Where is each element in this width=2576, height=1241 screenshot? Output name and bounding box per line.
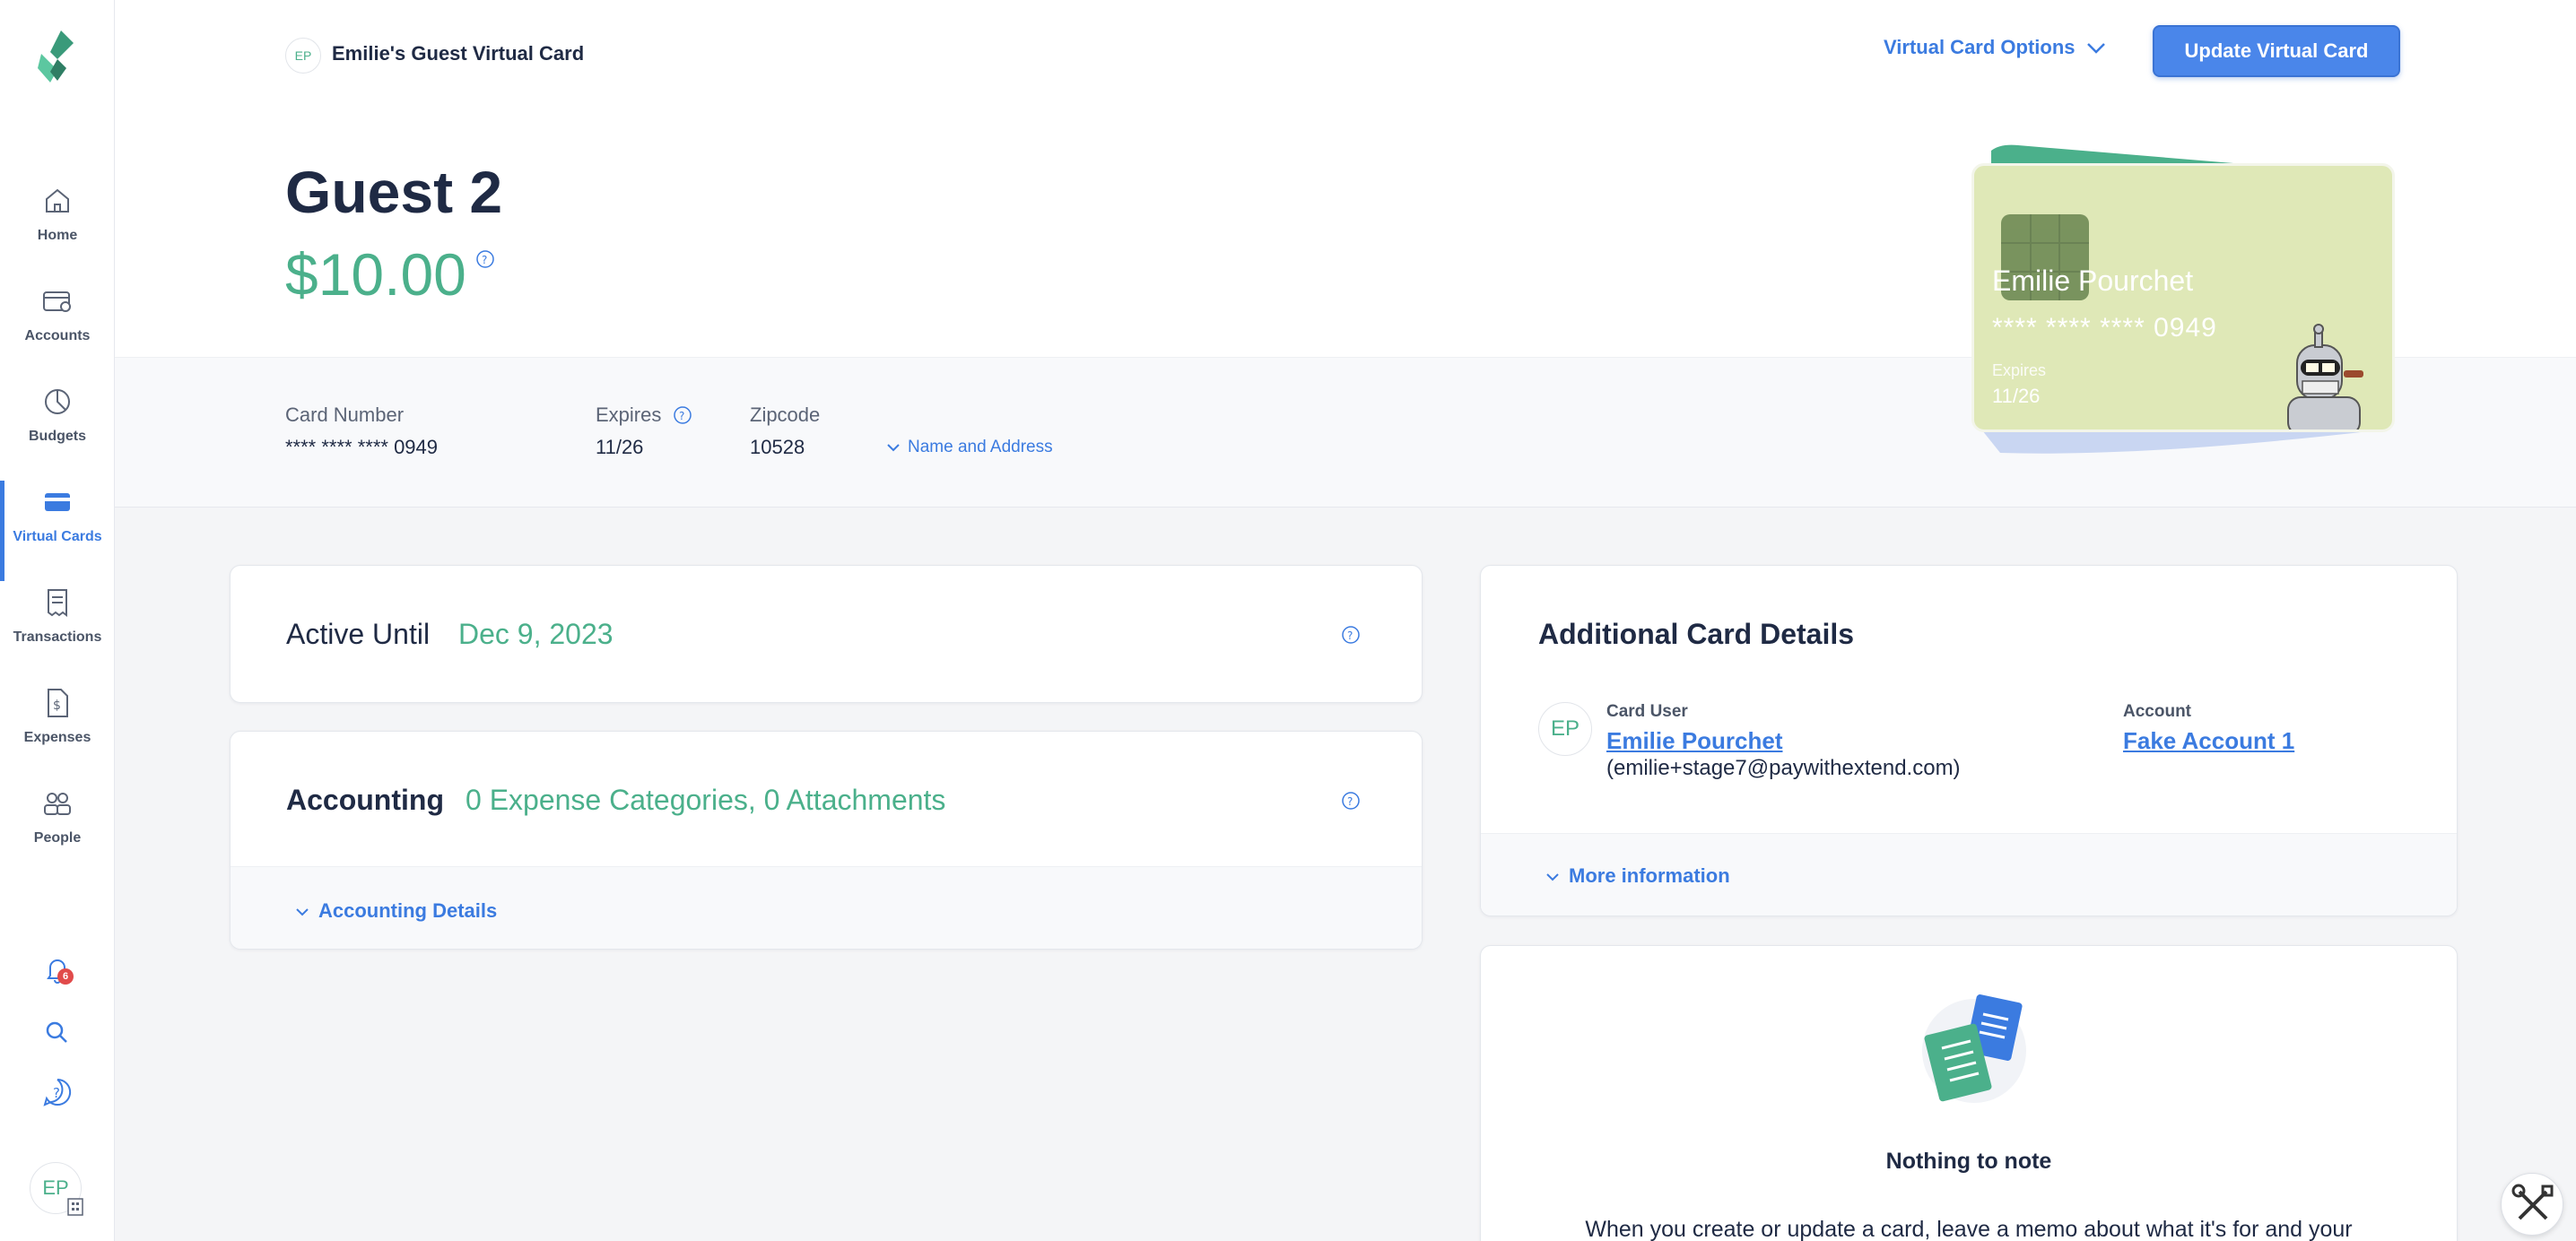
virtual-card-options-dropdown[interactable]: Virtual Card Options bbox=[1884, 36, 2106, 59]
virtual-cards-icon bbox=[45, 493, 70, 511]
additional-details-title: Additional Card Details bbox=[1538, 618, 1855, 650]
chevron-down-icon bbox=[887, 444, 900, 452]
user-avatar[interactable]: EP bbox=[30, 1162, 83, 1216]
sidebar-item-label: Transactions bbox=[13, 629, 102, 645]
extend-logo-icon[interactable] bbox=[34, 29, 81, 84]
card-user-email: (emilie+stage7@paywithextend.com) bbox=[1606, 756, 1961, 780]
help-circle-icon[interactable]: ? bbox=[475, 249, 495, 269]
sidebar: Home Accounts Budgets Virtual Cards Tran… bbox=[0, 0, 115, 1241]
svg-text:?: ? bbox=[679, 410, 684, 422]
accounts-icon bbox=[43, 291, 71, 312]
accounting-label: Accounting bbox=[286, 784, 444, 816]
chevron-down-icon bbox=[1546, 873, 1559, 881]
more-information-toggle[interactable]: More information bbox=[1545, 864, 1730, 888]
sidebar-item-label: Home bbox=[37, 228, 78, 243]
name-and-address-label: Name and Address bbox=[908, 438, 1053, 456]
additional-card-details-panel: Additional Card Details EP Card User Emi… bbox=[1480, 565, 2458, 916]
page-title: Emilie's Guest Virtual Card bbox=[332, 42, 585, 65]
budgets-icon bbox=[45, 389, 70, 414]
notification-badge: 6 bbox=[57, 968, 74, 985]
card-number-label: Card Number bbox=[285, 404, 405, 426]
building-icon bbox=[67, 1198, 83, 1216]
card-number-value: **** **** **** 0949 bbox=[285, 436, 439, 458]
svg-text:$: $ bbox=[53, 699, 61, 713]
search-button[interactable] bbox=[39, 1015, 75, 1051]
update-virtual-card-button[interactable]: Update Virtual Card bbox=[2153, 25, 2400, 77]
sidebar-item-home[interactable]: Home bbox=[0, 185, 115, 274]
card-art-expires-value: 11/26 bbox=[1992, 385, 2041, 407]
card-front: Emilie Pourchet **** **** **** 0949 Expi… bbox=[1971, 163, 2395, 432]
card-user-label: Card User bbox=[1606, 702, 1688, 721]
sidebar-item-transactions[interactable]: Transactions bbox=[0, 586, 115, 676]
sidebar-item-budgets[interactable]: Budgets bbox=[0, 386, 115, 475]
help-icon: ? bbox=[43, 1078, 72, 1106]
svg-text:?: ? bbox=[482, 254, 487, 266]
help-circle-icon[interactable]: ? bbox=[673, 405, 692, 425]
svg-text:?: ? bbox=[1347, 629, 1353, 642]
card-user-avatar: EP bbox=[1538, 702, 1592, 756]
accounting-details-toggle[interactable]: Accounting Details bbox=[295, 899, 497, 923]
robot-mascot-icon bbox=[2287, 324, 2363, 430]
active-until-label: Active Until bbox=[286, 618, 431, 650]
expenses-icon: $ bbox=[48, 689, 68, 717]
accounting-value: 0 Expense Categories, 0 Attachments bbox=[466, 784, 946, 816]
sidebar-item-label: People bbox=[33, 830, 82, 846]
chevron-down-icon bbox=[2086, 43, 2105, 54]
card-name: Guest 2 bbox=[285, 159, 503, 225]
card-holder-name: Emilie Pourchet bbox=[1992, 265, 2194, 297]
sidebar-item-label: Virtual Cards bbox=[13, 529, 102, 544]
account-label: Account bbox=[2123, 702, 2191, 721]
help-circle-icon[interactable]: ? bbox=[1341, 791, 1361, 811]
sidebar-item-label: Budgets bbox=[29, 429, 86, 444]
card-art-number: **** **** **** 0949 bbox=[1992, 313, 2217, 343]
more-information-label: More information bbox=[1569, 864, 1730, 887]
sidebar-item-accounts[interactable]: Accounts bbox=[0, 285, 115, 375]
accounting-details-label: Accounting Details bbox=[318, 899, 498, 922]
transactions-icon bbox=[48, 589, 67, 617]
virtual-card-image: Emilie Pourchet **** **** **** 0949 Expi… bbox=[1964, 143, 2404, 457]
svg-text:?: ? bbox=[1347, 795, 1353, 808]
svg-text:?: ? bbox=[53, 1085, 60, 1101]
sidebar-item-expenses[interactable]: $ Expenses bbox=[0, 687, 115, 777]
owner-avatar: EP bbox=[285, 38, 321, 74]
search-icon bbox=[46, 1021, 67, 1043]
help-circle-icon[interactable]: ? bbox=[1341, 625, 1361, 645]
notes-empty-text: When you create or update a card, leave … bbox=[1585, 1217, 2353, 1241]
card-art-expires-label: Expires bbox=[1992, 361, 2047, 379]
sidebar-item-people[interactable]: People bbox=[0, 787, 115, 877]
zipcode-value: 10528 bbox=[750, 436, 805, 458]
accounting-panel: Accounting 0 Expense Categories, 0 Attac… bbox=[230, 731, 1423, 950]
options-label: Virtual Card Options bbox=[1884, 36, 2076, 58]
people-icon bbox=[44, 793, 71, 815]
name-and-address-toggle[interactable]: Name and Address bbox=[886, 438, 1053, 457]
dev-tools-button[interactable] bbox=[2501, 1173, 2563, 1236]
account-link[interactable]: Fake Account 1 bbox=[2123, 727, 2294, 755]
sidebar-item-label: Expenses bbox=[23, 730, 91, 745]
chevron-down-icon bbox=[296, 908, 309, 916]
card-amount: $10.00 bbox=[285, 241, 466, 308]
expires-value: 11/26 bbox=[596, 436, 644, 458]
notes-panel: Nothing to note When you create or updat… bbox=[1480, 945, 2458, 1241]
card-user-link[interactable]: Emilie Pourchet bbox=[1606, 727, 1783, 755]
home-icon bbox=[46, 188, 69, 213]
notifications-button[interactable]: 6 bbox=[39, 952, 75, 988]
zipcode-label: Zipcode bbox=[750, 404, 821, 426]
more-information-footer: More information bbox=[1481, 833, 2457, 916]
active-until-value: Dec 9, 2023 bbox=[458, 618, 614, 650]
accounting-footer: Accounting Details bbox=[231, 866, 1422, 949]
sidebar-item-label: Accounts bbox=[24, 328, 91, 343]
help-button[interactable]: ? bbox=[39, 1074, 75, 1110]
tools-icon bbox=[2511, 1184, 2554, 1220]
notes-empty-title: Nothing to note bbox=[1885, 1149, 2052, 1174]
sidebar-item-virtual-cards[interactable]: Virtual Cards bbox=[0, 481, 115, 581]
expires-label: Expires bbox=[596, 404, 662, 426]
active-until-panel: Active Until Dec 9, 2023 ? bbox=[230, 565, 1423, 703]
documents-illustration-icon bbox=[1922, 994, 2026, 1103]
